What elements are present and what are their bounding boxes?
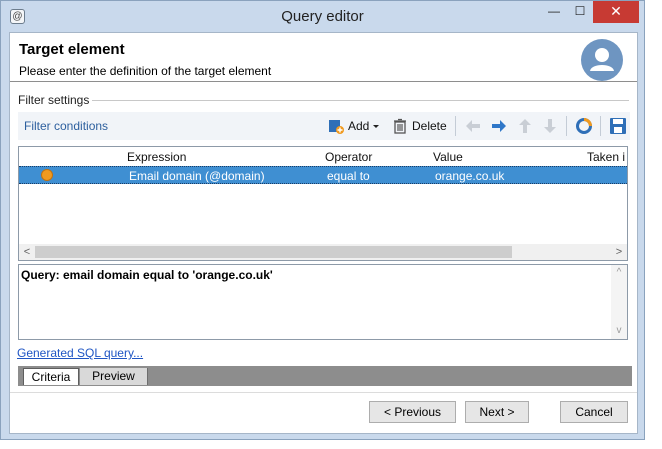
arrow-up-icon[interactable]: [515, 116, 535, 136]
vertical-scrollbar[interactable]: ^ v: [611, 265, 627, 339]
scroll-down-icon[interactable]: v: [611, 323, 627, 339]
scroll-left-icon[interactable]: <: [19, 244, 35, 260]
dropdown-arrow-icon[interactable]: [369, 117, 383, 135]
header-divider: [10, 81, 637, 82]
delete-button[interactable]: Delete: [391, 115, 447, 137]
filter-toolbar: Filter conditions Add Delete: [18, 112, 630, 140]
trash-icon: [394, 118, 406, 134]
toolbar-separator: [566, 116, 567, 136]
grid-header: Expression Operator Value Taken i: [19, 147, 627, 165]
arrow-down-icon[interactable]: [540, 116, 560, 136]
close-button[interactable]: ✕: [593, 1, 639, 23]
horizontal-scrollbar[interactable]: < >: [19, 244, 627, 260]
next-button[interactable]: Next >: [465, 401, 529, 423]
arrow-left-icon[interactable]: [463, 116, 483, 136]
generated-sql-link[interactable]: Generated SQL query...: [17, 346, 143, 360]
maximize-button[interactable]: ☐: [567, 1, 593, 23]
query-preview-box: Query: email domain equal to 'orange.co.…: [18, 264, 628, 340]
refresh-icon[interactable]: [574, 116, 594, 136]
toolbar-separator: [455, 116, 456, 136]
footer-divider: [10, 392, 637, 393]
dialog-body: Target element Please enter the definiti…: [9, 32, 638, 434]
query-editor-window: @ Query editor — ☐ ✕ Target element Plea…: [0, 0, 645, 440]
tab-bar: Criteria Preview: [18, 366, 632, 386]
minimize-button[interactable]: —: [541, 1, 567, 23]
delete-label: Delete: [412, 119, 447, 133]
scroll-up-icon[interactable]: ^: [611, 265, 627, 281]
cell-operator: equal to: [327, 169, 370, 183]
page-subtitle: Please enter the definition of the targe…: [19, 64, 272, 78]
filter-conditions-grid: Expression Operator Value Taken i Email …: [18, 146, 628, 261]
filter-conditions-label: Filter conditions: [24, 119, 109, 133]
arrow-right-icon[interactable]: [489, 116, 509, 136]
scrollbar-thumb[interactable]: [35, 246, 512, 258]
toolbar-separator: [600, 116, 601, 136]
tab-criteria[interactable]: Criteria: [23, 368, 79, 385]
column-header-taken-into-account[interactable]: Taken i: [587, 150, 625, 164]
column-header-expression[interactable]: Expression: [127, 150, 186, 164]
query-text: Query: email domain equal to 'orange.co.…: [21, 268, 273, 282]
user-avatar-icon: [581, 39, 623, 81]
cell-expression: Email domain (@domain): [129, 169, 265, 183]
status-dot-icon: [41, 169, 53, 181]
cell-value: orange.co.uk: [435, 169, 505, 183]
table-row[interactable]: Email domain (@domain) equal to orange.c…: [19, 166, 627, 184]
filter-settings-label: Filter settings: [18, 93, 92, 107]
title-bar[interactable]: @ Query editor — ☐ ✕: [1, 1, 644, 32]
add-button[interactable]: Add: [327, 115, 383, 137]
add-label: Add: [348, 119, 370, 133]
cancel-button[interactable]: Cancel: [560, 401, 628, 423]
add-icon: [329, 120, 344, 134]
scroll-right-icon[interactable]: >: [611, 244, 627, 260]
previous-button[interactable]: < Previous: [369, 401, 456, 423]
save-icon[interactable]: [608, 116, 628, 136]
page-title: Target element: [19, 41, 125, 58]
tab-preview[interactable]: Preview: [80, 368, 148, 385]
column-header-value[interactable]: Value: [433, 150, 463, 164]
group-divider: [92, 100, 629, 101]
column-header-operator[interactable]: Operator: [325, 150, 372, 164]
